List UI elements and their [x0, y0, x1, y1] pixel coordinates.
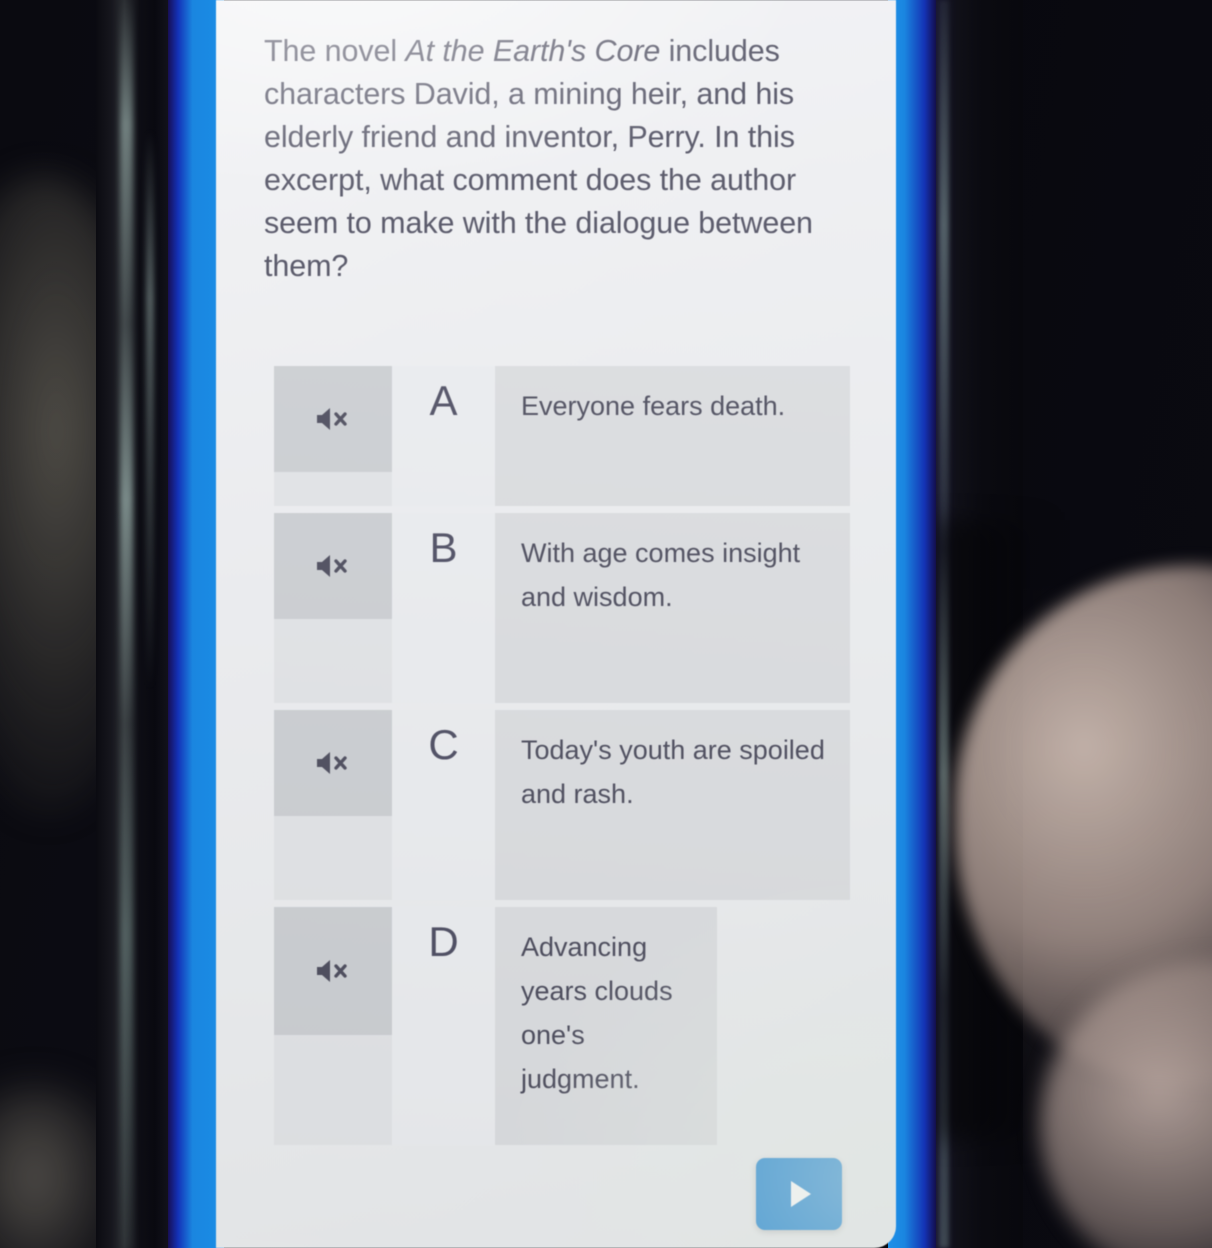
- question-card: The novel At the Earth's Core includes c…: [216, 0, 896, 1248]
- answer-option-b-audio-cell[interactable]: [274, 513, 392, 703]
- speaker-mute-icon[interactable]: [313, 957, 353, 985]
- answer-option-c-letter[interactable]: C: [392, 710, 495, 900]
- answer-option-a-audio-cell[interactable]: [274, 366, 392, 506]
- play-triangle-icon: [791, 1181, 811, 1207]
- answer-option-d-audio-swatch[interactable]: [274, 907, 392, 1035]
- answer-option-c-audio-swatch[interactable]: [274, 710, 392, 816]
- speaker-mute-icon[interactable]: [313, 749, 353, 777]
- answer-option-d[interactable]: D Advancing years clouds one's judgment.: [274, 907, 850, 1145]
- answer-option-d-audio-cell[interactable]: [274, 907, 392, 1145]
- answer-option-b[interactable]: B With age comes insight and wisdom.: [274, 513, 850, 703]
- question-prefix: The novel: [264, 34, 406, 68]
- question-suffix: includes characters David, a mining heir…: [264, 34, 813, 283]
- question-book-title: At the Earth's Core: [405, 34, 661, 68]
- answer-options-table: A Everyone fears death. B With age comes…: [274, 366, 850, 1152]
- photo-of-phone-screen: The novel At the Earth's Core includes c…: [0, 0, 1212, 1248]
- bezel-highlight-left: [120, 0, 133, 1248]
- speaker-mute-icon[interactable]: [313, 405, 353, 433]
- answer-option-b-text[interactable]: With age comes insight and wisdom.: [495, 513, 850, 703]
- speaker-mute-icon[interactable]: [313, 552, 353, 580]
- answer-option-d-text[interactable]: Advancing years clouds one's judgment.: [495, 907, 717, 1145]
- answer-option-d-letter[interactable]: D: [392, 907, 495, 1145]
- question-prompt: The novel At the Earth's Core includes c…: [264, 30, 874, 288]
- answer-option-c[interactable]: C Today's youth are spoiled and rash.: [274, 710, 850, 900]
- answer-option-a-audio-swatch[interactable]: [274, 366, 392, 472]
- answer-option-a-text[interactable]: Everyone fears death.: [495, 366, 850, 506]
- answer-option-a[interactable]: A Everyone fears death.: [274, 366, 850, 506]
- answer-option-c-audio-cell[interactable]: [274, 710, 392, 900]
- answer-option-b-audio-swatch[interactable]: [274, 513, 392, 619]
- answer-option-c-text[interactable]: Today's youth are spoiled and rash.: [495, 710, 850, 900]
- answer-option-b-letter[interactable]: B: [392, 513, 495, 703]
- answer-option-a-letter[interactable]: A: [392, 366, 495, 506]
- next-button[interactable]: [756, 1158, 842, 1230]
- bezel-highlight-left-secondary: [146, 130, 154, 690]
